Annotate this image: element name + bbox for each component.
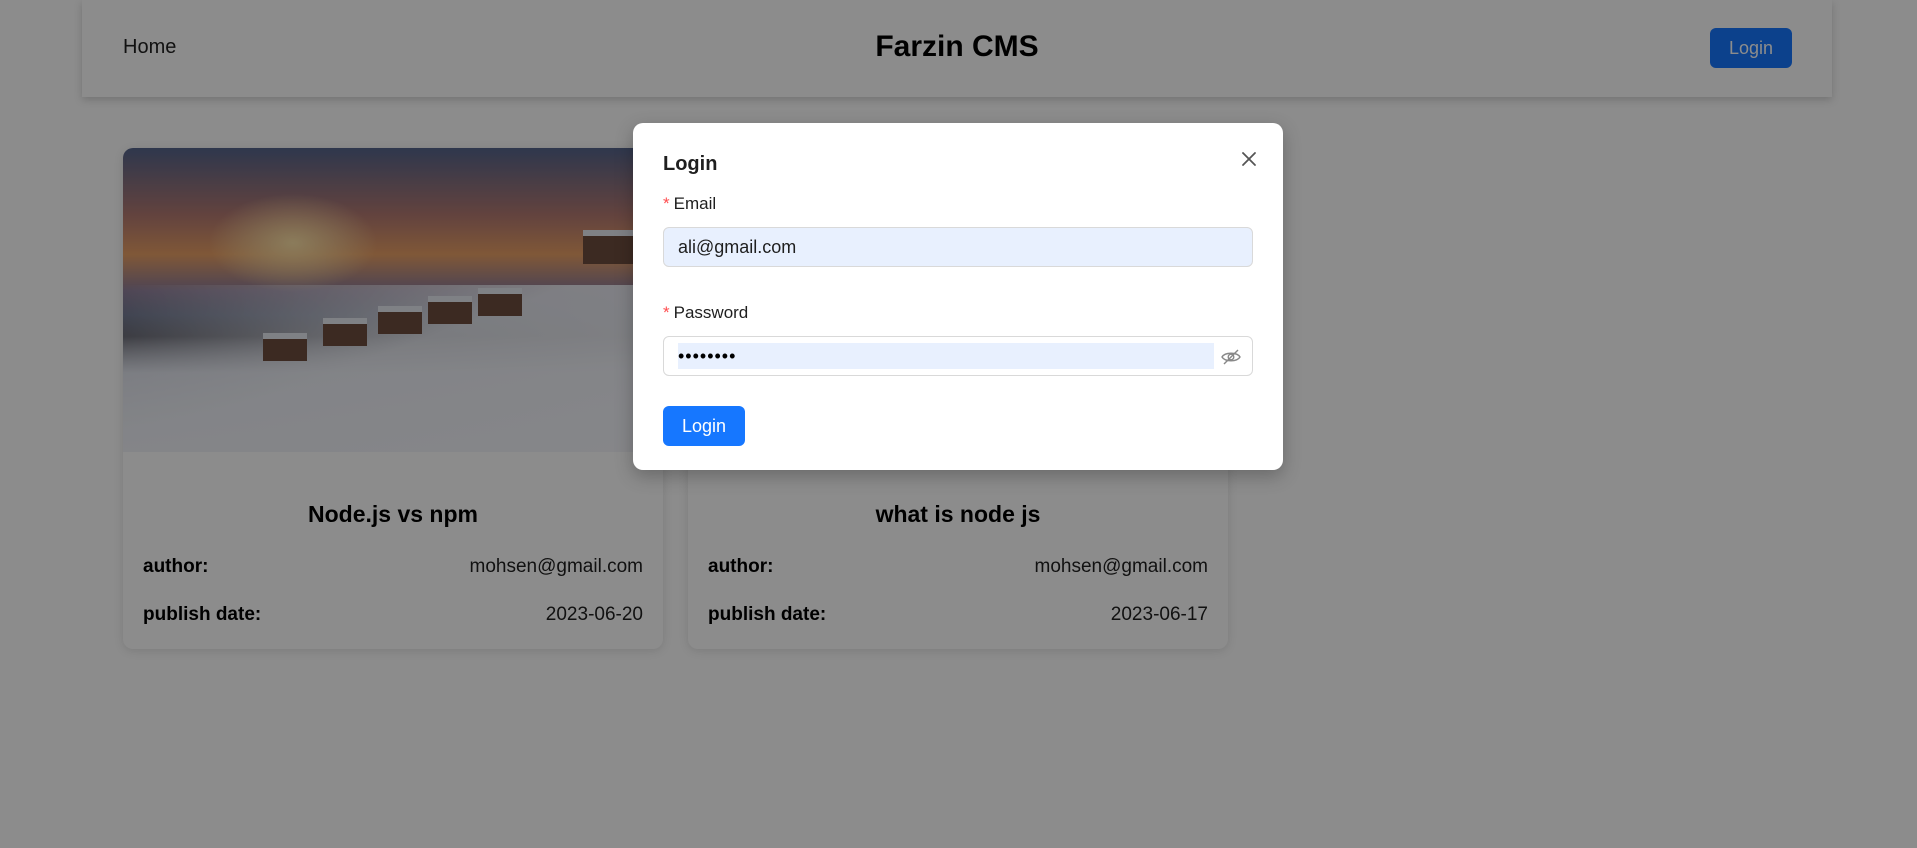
email-label: * Email <box>663 194 716 214</box>
required-mark: * <box>663 303 670 322</box>
email-field[interactable] <box>663 227 1253 267</box>
login-modal: Login *Email *Password Login <box>633 123 1283 470</box>
password-field[interactable] <box>678 343 1214 369</box>
email-label-text: Email <box>673 194 717 213</box>
required-mark: * <box>663 194 670 213</box>
password-field-wrapper <box>663 336 1253 376</box>
password-label: * Password <box>663 303 748 323</box>
close-icon[interactable] <box>1235 145 1263 173</box>
modal-title: Login <box>663 153 718 175</box>
password-label-text: Password <box>673 303 749 322</box>
eye-invisible-icon[interactable] <box>1220 346 1242 368</box>
login-submit-button[interactable]: Login <box>663 406 745 446</box>
